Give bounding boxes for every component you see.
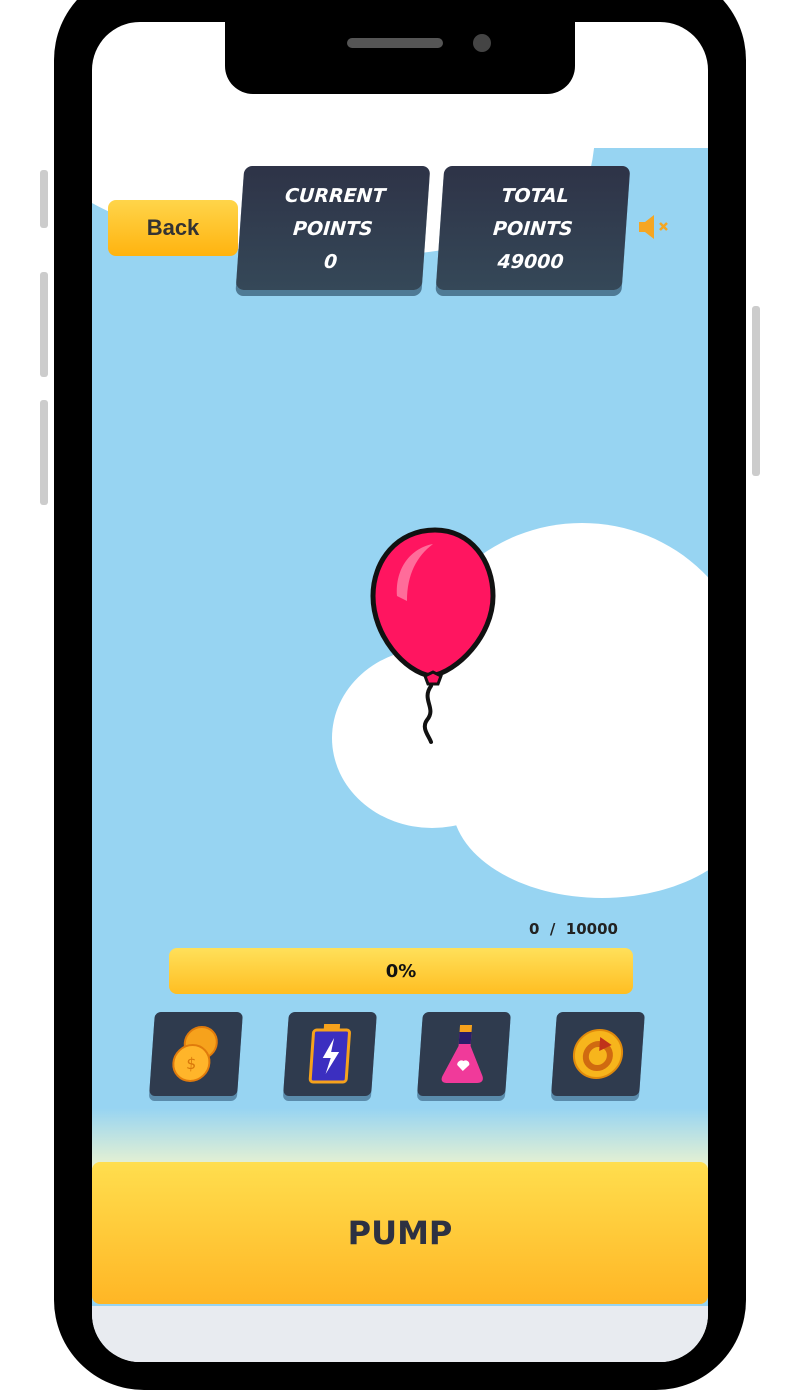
powerup-potion-button[interactable] [417, 1012, 511, 1096]
total-points-label: TOTAL [500, 185, 570, 207]
progress-percent: 0% [385, 960, 417, 982]
phone-side-button [40, 400, 48, 505]
current-points-card: CURRENT POINTS 0 [235, 166, 431, 290]
pump-button[interactable]: PUMP [92, 1162, 708, 1304]
total-points-label: POINTS [492, 218, 574, 240]
powerup-battery-button[interactable] [283, 1012, 377, 1096]
powerup-coins-button[interactable]: $ [149, 1012, 243, 1096]
svg-text:$: $ [186, 1054, 198, 1073]
game-area: Back CURRENT POINTS 0 TOTAL POINTS 49000… [92, 148, 708, 1312]
bottom-strip [92, 1306, 708, 1362]
speaker [347, 38, 443, 48]
powerup-restart-button[interactable] [551, 1012, 645, 1096]
speaker-muted-icon[interactable] [637, 214, 671, 240]
current-points-label: POINTS [292, 218, 374, 240]
phone-side-button [40, 272, 48, 377]
phone-side-button [40, 170, 48, 228]
camera [473, 34, 491, 52]
battery-icon [308, 1024, 351, 1084]
score-progress-text: 0 / 10000 [529, 920, 618, 938]
current-points-value: 0 [323, 251, 339, 273]
phone-side-button [752, 306, 760, 476]
current-points-label: CURRENT [284, 185, 387, 207]
coins-icon: $ [172, 1026, 218, 1082]
screen: Back CURRENT POINTS 0 TOTAL POINTS 49000… [92, 22, 708, 1362]
back-button[interactable]: Back [108, 200, 238, 256]
progress-bar: 0% [169, 948, 633, 994]
ground-glow [92, 1108, 708, 1168]
balloon[interactable] [367, 526, 502, 748]
restart-coin-icon [572, 1029, 624, 1079]
total-points-value: 49000 [496, 251, 565, 273]
potion-icon [441, 1025, 483, 1083]
total-points-card: TOTAL POINTS 49000 [435, 166, 631, 290]
notch [225, 22, 575, 94]
